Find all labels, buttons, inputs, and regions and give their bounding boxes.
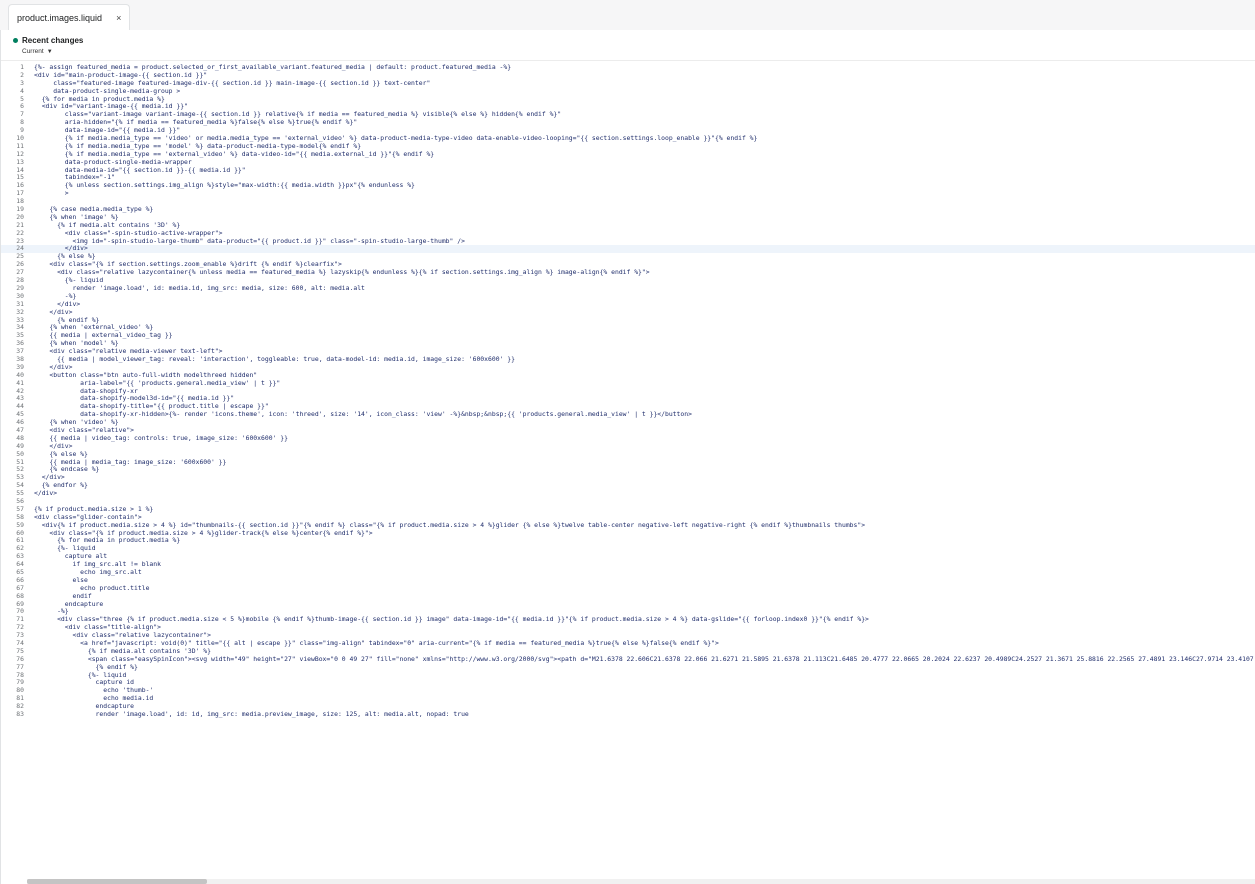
code-line[interactable]: 77 {% endif %}	[1, 663, 1255, 672]
code-line[interactable]: 17 >	[1, 189, 1255, 198]
line-number: 3	[20, 78, 24, 87]
status-dot-icon	[13, 38, 18, 43]
code-line[interactable]: 30 -%}	[1, 292, 1255, 301]
code-text[interactable]: </div>	[34, 489, 57, 498]
code-line[interactable]: 49 </div>	[1, 442, 1255, 451]
code-line[interactable]: 80 echo 'thumb-'	[1, 686, 1255, 695]
code-text[interactable]: {% unless section.settings.img_align %}s…	[34, 181, 415, 190]
code-line[interactable]: 54 {% endfor %}	[1, 481, 1255, 490]
code-line[interactable]: 4 data-product-single-media-group >	[1, 86, 1255, 96]
recent-changes-header: Recent changes Current ▼	[13, 36, 83, 55]
file-tab[interactable]: product.images.liquid ×	[8, 4, 131, 31]
code-line[interactable]: 35 {{ media | external_video_tag }}	[1, 331, 1255, 340]
code-text[interactable]: <div class="relative lazycontainer{% unl…	[34, 268, 650, 277]
editor-tab-bar: product.images.liquid ×	[0, 0, 1255, 31]
code-line[interactable]: 67 echo product.title	[1, 584, 1255, 593]
code-line[interactable]: 19 {% case media.media_type %}	[1, 205, 1255, 214]
code-text[interactable]: {{ media | video_tag: controls: true, im…	[34, 434, 288, 443]
code-line[interactable]: 81 echo media.id	[1, 694, 1255, 703]
file-tab-label[interactable]: product.images.liquid	[17, 13, 102, 23]
code-line[interactable]: 24 </div>	[1, 245, 1255, 254]
code-text[interactable]: render 'image.load', id: media.id, img_s…	[34, 284, 364, 293]
code-line[interactable]: 33 {% endif %}	[1, 316, 1255, 325]
line-number: 6	[20, 102, 24, 111]
code-line[interactable]: 34 {% when 'external_video' %}	[1, 323, 1255, 332]
recent-changes-title: Recent changes	[22, 36, 84, 45]
line-number: 8	[20, 118, 24, 127]
code-line[interactable]: 20 {% when 'image' %}	[1, 213, 1255, 222]
code-line[interactable]: 66 else	[1, 576, 1255, 585]
code-line[interactable]: 23 <img id="-spin-studio-large-thumb" da…	[1, 237, 1255, 246]
line-number: 5	[20, 94, 24, 103]
code-line[interactable]: 69 endcapture	[1, 600, 1255, 609]
code-line[interactable]: 68 endif	[1, 592, 1255, 601]
line-number: 4	[20, 86, 24, 95]
code-line[interactable]: 29 render 'image.load', id: media.id, im…	[1, 284, 1255, 293]
code-editor[interactable]: 1 {%- assign featured_media = product.sel…	[1, 64, 1255, 876]
code-line[interactable]: 27 <div class="relative lazycontainer{% …	[1, 268, 1255, 277]
code-line[interactable]: 53 </div>	[1, 473, 1255, 482]
version-dropdown-value: Current	[22, 48, 44, 55]
version-dropdown[interactable]: Current ▼	[22, 48, 83, 55]
code-line[interactable]: 45 data-shopify-xr-hidden>{%- render 'ic…	[1, 410, 1255, 419]
code-text[interactable]: data-shopify-xr-hidden>{%- render 'icons…	[34, 410, 692, 419]
line-number: 7	[20, 110, 24, 119]
editor-panel: Recent changes Current ▼ 1 {%- assign fea…	[0, 30, 1255, 884]
code-line[interactable]: 79 capture id	[1, 679, 1255, 687]
line-number: 83	[16, 710, 24, 719]
code-line[interactable]: 52 {% endcase %}	[1, 466, 1255, 474]
horizontal-scrollbar[interactable]	[27, 879, 1255, 884]
code-line[interactable]: 18	[1, 197, 1255, 206]
scrollbar-thumb[interactable]	[27, 879, 207, 884]
code-line[interactable]: 32 </div>	[1, 308, 1255, 317]
code-line[interactable]: 62 {%- liquid	[1, 544, 1255, 553]
code-line[interactable]: 55 </div>	[1, 489, 1255, 498]
recent-changes-title-row[interactable]: Recent changes	[13, 36, 83, 45]
code-line[interactable]: 56	[1, 497, 1255, 506]
code-line[interactable]: 61 {% for media in product.media %}	[1, 537, 1255, 545]
code-line[interactable]: 76 <span class="easySpinIcon"><svg width…	[1, 655, 1255, 664]
code-line[interactable]: 83 render 'image.load', id: id, img_src:…	[1, 710, 1255, 719]
code-line[interactable]: 5 {% for media in product.media %}	[1, 94, 1255, 104]
code-text[interactable]: >	[34, 189, 69, 198]
code-line[interactable]: 64 if img_src.alt != blank	[1, 560, 1255, 569]
code-line[interactable]: 63 capture alt	[1, 552, 1255, 561]
close-tab-icon[interactable]: ×	[116, 13, 121, 23]
code-line[interactable]: 31 </div>	[1, 300, 1255, 309]
code-line[interactable]: 51 {{ media | media_tag: image_size: '60…	[1, 458, 1255, 467]
code-line[interactable]: 41 aria-label="{{ 'products.general.medi…	[1, 379, 1255, 388]
code-line[interactable]: 8 aria-hidden="{% if media == featured_m…	[1, 118, 1255, 127]
code-line[interactable]: 57 {% if product.media.size > 1 %}	[1, 505, 1255, 514]
code-text[interactable]: <img id="-spin-studio-large-thumb" data-…	[34, 237, 464, 246]
line-number: 1	[20, 64, 24, 71]
code-line[interactable]: 60 <div class="{% if product.media.size …	[1, 529, 1255, 538]
header-divider	[1, 60, 1255, 61]
code-line[interactable]: 3 class="featured-image featured-image-d…	[1, 78, 1255, 88]
code-line[interactable]: 38 {{ media | model_viewer_tag: reveal: …	[1, 355, 1255, 364]
code-line[interactable]: 78 {%- liquid	[1, 671, 1255, 680]
code-line[interactable]: 14 data-media-id="{{ section.id }}-{{ me…	[1, 166, 1255, 175]
line-number: 2	[20, 70, 24, 79]
chevron-down-icon: ▼	[46, 48, 53, 55]
code-text[interactable]: render 'image.load', id: id, img_src: me…	[34, 710, 469, 719]
code-line[interactable]: 65 echo img_src.alt	[1, 568, 1255, 577]
code-text[interactable]: <span class="easySpinIcon"><svg width="4…	[34, 655, 1254, 664]
code-line[interactable]: 48 {{ media | video_tag: controls: true,…	[1, 434, 1255, 443]
code-line[interactable]: 16 {% unless section.settings.img_align …	[1, 181, 1255, 190]
code-text[interactable]: {{ media | model_viewer_tag: reveal: 'in…	[34, 355, 515, 364]
code-line[interactable]: 71 <div class="three {% if product.media…	[1, 615, 1255, 624]
code-line[interactable]: 46 {% when 'video' %}	[1, 418, 1255, 427]
